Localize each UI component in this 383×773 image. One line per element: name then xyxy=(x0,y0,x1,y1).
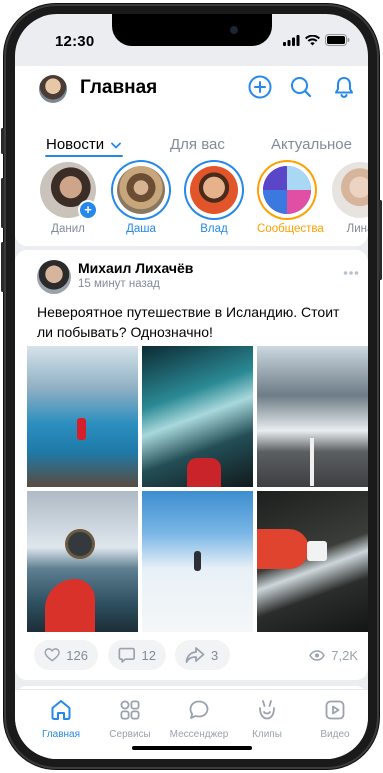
story-avatar xyxy=(117,166,165,214)
tabbar-video-label: Видео xyxy=(320,729,350,740)
tabbar-messenger[interactable]: Мессенджер xyxy=(169,698,229,740)
tab-news-label: Новости xyxy=(46,136,105,153)
post-time: 15 минут назад xyxy=(78,278,160,290)
tabbar-services[interactable]: Сервисы xyxy=(100,698,160,740)
add-circle-icon[interactable] xyxy=(247,74,273,100)
power-button xyxy=(379,200,382,280)
share-button[interactable]: 3 xyxy=(175,640,230,670)
tabbar-home-label: Главная xyxy=(41,729,81,740)
profile-avatar[interactable] xyxy=(39,75,67,103)
story-label: Даша xyxy=(126,223,156,235)
comments-count: 12 xyxy=(141,647,156,663)
story-danil[interactable]: + Данил xyxy=(38,162,98,235)
tabbar-clips-label: Клипы xyxy=(252,729,282,740)
photo[interactable] xyxy=(142,491,253,632)
photo[interactable] xyxy=(257,491,368,632)
comment-icon xyxy=(118,647,135,663)
post-actions: 126 12 3 7,2K xyxy=(15,636,368,676)
signal-icon xyxy=(283,34,300,46)
volume-up-button xyxy=(1,178,4,228)
author-name[interactable]: Михаил Лихачёв xyxy=(78,260,193,276)
photo[interactable] xyxy=(142,346,253,487)
story-vlad[interactable]: Влад xyxy=(184,162,244,235)
story-dasha[interactable]: Даша xyxy=(111,162,171,235)
story-label: Лина xyxy=(346,223,368,235)
likes-count: 126 xyxy=(66,647,88,663)
home-indicator[interactable] xyxy=(132,746,252,750)
views-counter: 7,2K xyxy=(309,648,358,663)
author-avatar[interactable] xyxy=(37,260,71,294)
story-communities[interactable]: Сообщества xyxy=(257,162,324,235)
shares-count: 3 xyxy=(211,647,219,663)
notch xyxy=(112,14,272,46)
photo-grid xyxy=(27,346,368,632)
home-icon xyxy=(51,700,71,720)
camera xyxy=(230,26,238,34)
story-lina[interactable]: Лина xyxy=(330,162,368,235)
clips-icon xyxy=(259,700,275,720)
eye-icon xyxy=(309,650,326,661)
active-tab-indicator xyxy=(45,155,123,157)
tab-for-you[interactable]: Для вас xyxy=(170,136,225,153)
tab-news[interactable]: Новости xyxy=(46,136,122,153)
status-time: 12:30 xyxy=(55,33,95,50)
screen: 12:30 Главная Новости Для вас Актуальное… xyxy=(15,14,368,759)
tabbar-video[interactable]: Видео xyxy=(305,698,365,740)
communities-collage xyxy=(263,166,311,214)
stories-row: + Данил Даша Влад Сообщества Лин xyxy=(15,160,368,246)
add-story-icon[interactable]: + xyxy=(78,200,98,220)
story-avatar xyxy=(190,166,238,214)
post-text: Невероятное путешествие в Исландию. Стои… xyxy=(37,304,340,340)
header xyxy=(15,66,368,126)
mute-switch xyxy=(1,128,4,154)
status-icons xyxy=(283,34,350,46)
bell-icon[interactable] xyxy=(331,74,357,100)
photo[interactable] xyxy=(27,346,138,487)
like-button[interactable]: 126 xyxy=(34,640,98,670)
views-count: 7,2K xyxy=(331,648,358,663)
story-label: Влад xyxy=(200,223,228,235)
tabbar-home[interactable]: Главная xyxy=(31,698,91,740)
services-icon xyxy=(120,700,140,720)
story-label: Данил xyxy=(51,223,85,235)
share-icon xyxy=(185,647,205,663)
chevron-down-icon xyxy=(111,142,122,149)
heart-icon xyxy=(44,648,60,662)
photo[interactable] xyxy=(27,491,138,632)
tab-trending[interactable]: Актуальное xyxy=(271,136,352,153)
volume-down-button xyxy=(1,242,4,292)
comment-button[interactable]: 12 xyxy=(108,640,166,670)
photo[interactable] xyxy=(257,346,368,487)
tabbar-messenger-label: Мессенджер xyxy=(169,729,229,740)
story-label: Сообщества xyxy=(257,223,324,235)
tabbar-clips[interactable]: Клипы xyxy=(237,698,297,740)
wifi-icon xyxy=(305,34,320,45)
battery-icon xyxy=(325,34,350,46)
video-icon xyxy=(325,700,345,720)
more-icon[interactable] xyxy=(343,270,359,276)
search-icon[interactable] xyxy=(288,74,314,100)
page-title: Главная xyxy=(80,77,158,98)
tabbar-services-label: Сервисы xyxy=(109,729,151,740)
messenger-icon xyxy=(189,700,209,719)
story-avatar xyxy=(332,162,368,218)
